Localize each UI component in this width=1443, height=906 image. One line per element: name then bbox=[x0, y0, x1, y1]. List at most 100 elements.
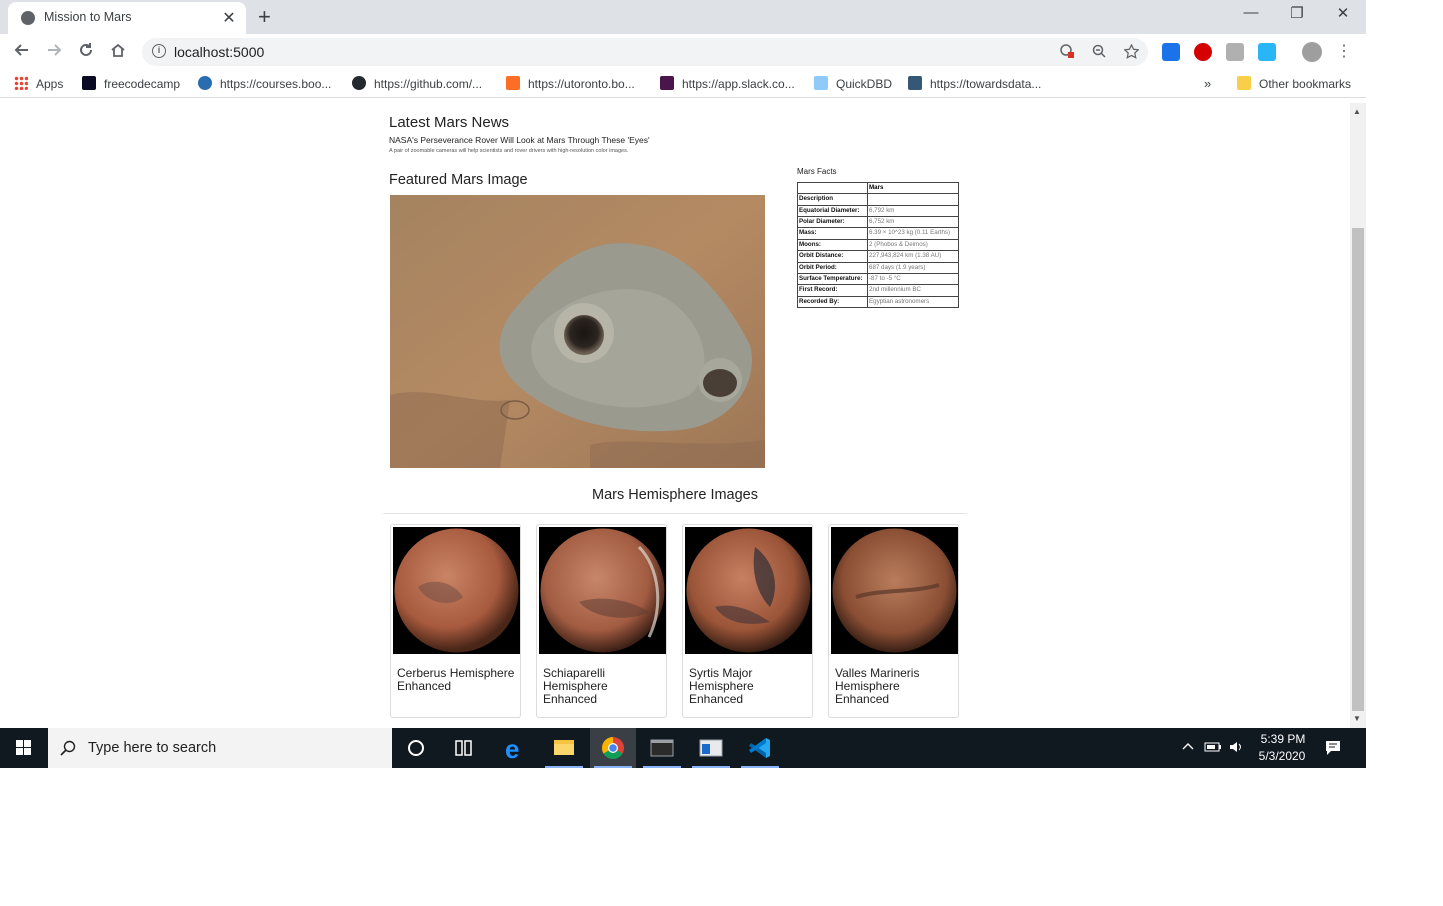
screen-extension-icon[interactable] bbox=[1258, 43, 1276, 61]
hemisphere-card[interactable]: Valles Marineris Hemisphere Enhanced bbox=[828, 524, 959, 718]
bookmark-label: https://courses.boo... bbox=[220, 77, 332, 91]
hemisphere-card[interactable]: Syrtis Major Hemisphere Enhanced bbox=[682, 524, 813, 718]
start-button[interactable] bbox=[0, 728, 48, 768]
bookmark-apps[interactable]: Apps bbox=[14, 76, 63, 91]
search-placeholder: Type here to search bbox=[88, 740, 217, 756]
bookmark-github[interactable]: https://github.com/... bbox=[352, 76, 482, 91]
bookmark-label: Apps bbox=[36, 77, 64, 91]
back-icon[interactable] bbox=[10, 40, 34, 64]
forward-icon[interactable] bbox=[42, 40, 66, 64]
facts-key: Surface Temperature: bbox=[797, 272, 868, 286]
taskbar-vscode[interactable] bbox=[737, 728, 783, 768]
task-view-icon bbox=[455, 740, 472, 756]
bookmark-star-icon[interactable] bbox=[1123, 43, 1140, 62]
featured-heading: Featured Mars Image bbox=[389, 172, 528, 188]
restore-button[interactable]: ❐ bbox=[1274, 4, 1320, 26]
menu-kebab-icon[interactable]: ⋮ bbox=[1332, 40, 1356, 64]
featured-mars-image[interactable] bbox=[390, 195, 765, 468]
hemisphere-image[interactable] bbox=[539, 527, 666, 654]
facts-desc-blank bbox=[867, 193, 959, 206]
facts-row: Equatorial Diameter: 6,792 km bbox=[797, 204, 959, 218]
chrome-icon bbox=[602, 737, 624, 759]
courses-icon bbox=[198, 76, 212, 90]
hemisphere-title: Schiaparelli Hemisphere Enhanced bbox=[543, 666, 608, 706]
facts-value: 6,752 km bbox=[867, 216, 959, 229]
hemispheres-heading: Mars Hemisphere Images bbox=[592, 487, 758, 503]
terminal-icon bbox=[650, 739, 674, 757]
new-tab-button[interactable]: + bbox=[258, 4, 271, 30]
vscode-icon bbox=[749, 738, 770, 758]
page-scrollbar[interactable]: ▲ ▼ bbox=[1350, 103, 1366, 728]
reload-icon[interactable] bbox=[74, 40, 98, 64]
action-center-icon[interactable] bbox=[1325, 740, 1341, 759]
taskbar-app[interactable] bbox=[688, 728, 734, 768]
bookmark-freecodecamp[interactable]: freecodecamp bbox=[82, 76, 180, 91]
facts-key: Orbit Distance: bbox=[797, 250, 868, 263]
bookmark-quickdbd[interactable]: QuickDBD bbox=[814, 76, 892, 91]
mars-facts-table: Mars Description Equatorial Diameter: 6,7… bbox=[797, 181, 959, 308]
adblock-icon[interactable] bbox=[1194, 43, 1212, 61]
news-heading: Latest Mars News bbox=[389, 114, 510, 131]
scrollbar-thumb[interactable] bbox=[1352, 228, 1364, 711]
freecodecamp-icon bbox=[82, 76, 96, 90]
battery-icon[interactable] bbox=[1204, 740, 1222, 757]
bookmarks-overflow-button[interactable]: » bbox=[1204, 76, 1211, 91]
divider bbox=[383, 513, 967, 514]
gitlab-icon bbox=[506, 76, 520, 90]
clock-date[interactable]: 5/3/2020 bbox=[1258, 749, 1306, 763]
other-bookmarks-label: Other bookmarks bbox=[1259, 77, 1352, 91]
bookmark-label: QuickDBD bbox=[836, 77, 893, 91]
task-view-button[interactable] bbox=[441, 728, 487, 768]
bookmark-towardsdata[interactable]: https://towardsdata... bbox=[908, 76, 1041, 91]
bookmark-label: https://utoronto.bo... bbox=[528, 77, 635, 91]
taskbar-edge[interactable]: e bbox=[492, 728, 538, 768]
facts-row: Mass: 6.39 × 10^23 kg (0.11 Earths) bbox=[797, 227, 959, 240]
facts-header-row: Mars bbox=[797, 181, 959, 195]
taskbar-search-box[interactable]: Type here to search bbox=[48, 728, 392, 768]
zoom-icon[interactable] bbox=[1092, 44, 1106, 61]
hemisphere-card[interactable]: Cerberus Hemisphere Enhanced bbox=[390, 524, 521, 718]
facts-row: Moons: 2 (Phobos & Deimos) bbox=[797, 238, 959, 252]
facts-value: 2 (Phobos & Deimos) bbox=[867, 238, 959, 252]
facts-key: Orbit Period: bbox=[797, 261, 868, 274]
bookmarks-bar: Apps freecodecamp https://courses.boo...… bbox=[0, 70, 1366, 98]
tray-chevron-up-icon[interactable] bbox=[1182, 740, 1194, 754]
facts-header-blank bbox=[797, 181, 868, 195]
folder-icon bbox=[554, 740, 574, 755]
bookmark-slack[interactable]: https://app.slack.co... bbox=[660, 76, 795, 91]
volume-icon[interactable] bbox=[1228, 740, 1244, 757]
tab-close-icon[interactable]: ✕ bbox=[220, 8, 238, 28]
tab-mission-to-mars[interactable]: Mission to Mars ✕ bbox=[8, 2, 246, 34]
taskbar-chrome[interactable] bbox=[590, 728, 636, 768]
other-bookmarks-folder[interactable]: Other bookmarks bbox=[1237, 76, 1351, 91]
globe-icon bbox=[21, 11, 35, 25]
close-window-button[interactable]: ✕ bbox=[1320, 4, 1366, 26]
tab-strip: Mission to Mars ✕ + — ❐ ✕ bbox=[0, 0, 1366, 34]
profile-avatar[interactable] bbox=[1302, 42, 1322, 62]
cortana-button[interactable] bbox=[393, 728, 439, 768]
bookmark-courses[interactable]: https://courses.boo... bbox=[198, 76, 331, 91]
hemisphere-title: Cerberus Hemisphere Enhanced bbox=[397, 666, 515, 693]
taskbar-file-explorer[interactable] bbox=[541, 728, 587, 768]
clock-time[interactable]: 5:39 PM bbox=[1259, 732, 1307, 746]
home-icon[interactable] bbox=[106, 40, 130, 64]
blocked-content-icon[interactable] bbox=[1060, 44, 1074, 61]
pdf-extension-icon[interactable] bbox=[1226, 43, 1244, 61]
svg-text:e: e bbox=[505, 734, 519, 764]
scroll-up-arrow-icon[interactable]: ▲ bbox=[1353, 107, 1361, 116]
info-icon[interactable]: i bbox=[152, 44, 166, 58]
facts-row: Orbit Period: 687 days (1.9 years) bbox=[797, 261, 959, 274]
scroll-down-arrow-icon[interactable]: ▼ bbox=[1353, 714, 1361, 723]
minimize-button[interactable]: — bbox=[1228, 4, 1274, 26]
taskbar-terminal[interactable] bbox=[639, 728, 685, 768]
facts-value: 2nd millennium BC bbox=[867, 284, 959, 297]
extension-icon[interactable] bbox=[1162, 43, 1180, 61]
quickdbd-icon bbox=[814, 76, 828, 90]
url-text[interactable]: localhost:5000 bbox=[174, 44, 264, 60]
hemisphere-image[interactable] bbox=[831, 527, 958, 654]
bookmark-utoronto[interactable]: https://utoronto.bo... bbox=[506, 76, 635, 91]
hemisphere-image[interactable] bbox=[393, 527, 520, 654]
hemisphere-card[interactable]: Schiaparelli Hemisphere Enhanced bbox=[536, 524, 667, 718]
hemisphere-image[interactable] bbox=[685, 527, 812, 654]
address-bar[interactable]: i localhost:5000 bbox=[142, 38, 1148, 66]
